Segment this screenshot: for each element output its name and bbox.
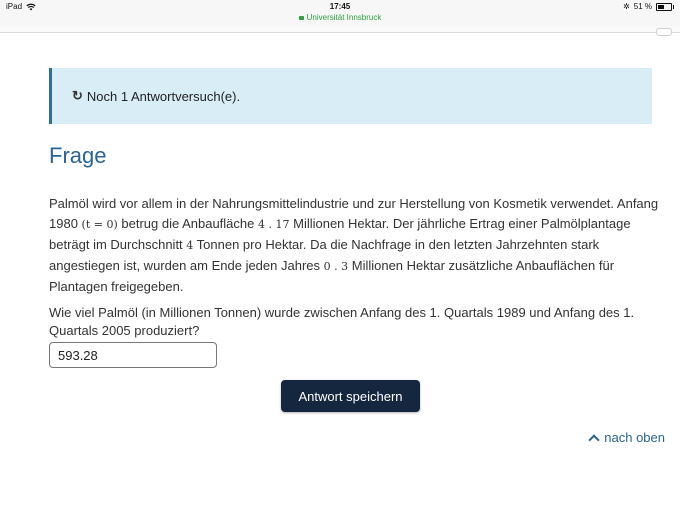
page-title: Frage bbox=[49, 143, 107, 168]
math-expression: (t = 0) bbox=[81, 218, 118, 231]
question-text: Palmöl wird vor allem in der Nahrungsmit… bbox=[49, 194, 659, 297]
url-text: Universität Innsbruck bbox=[306, 13, 382, 22]
bluetooth-icon: ✲ bbox=[623, 2, 630, 11]
battery-percent: 51 % bbox=[633, 2, 652, 11]
clock: 17:45 bbox=[329, 2, 351, 11]
answer-input[interactable] bbox=[49, 342, 217, 368]
battery-fill bbox=[658, 4, 665, 9]
status-right: ✲ 51 % bbox=[623, 2, 674, 11]
chevron-up-icon bbox=[588, 433, 600, 446]
url-bar[interactable]: Universität Innsbruck bbox=[0, 13, 680, 22]
save-answer-button[interactable]: Antwort speichern bbox=[281, 380, 420, 412]
question-prompt: Wie viel Palmöl (in Millionen Tonnen) wu… bbox=[49, 305, 635, 338]
attempts-alert: ↻ Noch 1 Antwortversuch(e). bbox=[49, 68, 652, 124]
question-part: betrug die Anbaufläche bbox=[117, 216, 258, 231]
battery-icon bbox=[656, 2, 674, 11]
math-expression: 0 . 3 bbox=[323, 260, 349, 273]
lock-icon bbox=[298, 16, 304, 20]
back-to-top-link[interactable]: nach oben bbox=[588, 430, 665, 446]
header-handle[interactable] bbox=[656, 28, 672, 36]
status-bar: iPad 17:45 Universität Innsbruck ✲ 51 % bbox=[0, 0, 680, 26]
browser-header bbox=[0, 26, 680, 33]
math-expression: 4 . 17 bbox=[258, 218, 290, 231]
back-to-top-label: nach oben bbox=[604, 430, 665, 445]
refresh-icon: ↻ bbox=[72, 88, 83, 103]
alert-text: Noch 1 Antwortversuch(e). bbox=[86, 88, 241, 104]
